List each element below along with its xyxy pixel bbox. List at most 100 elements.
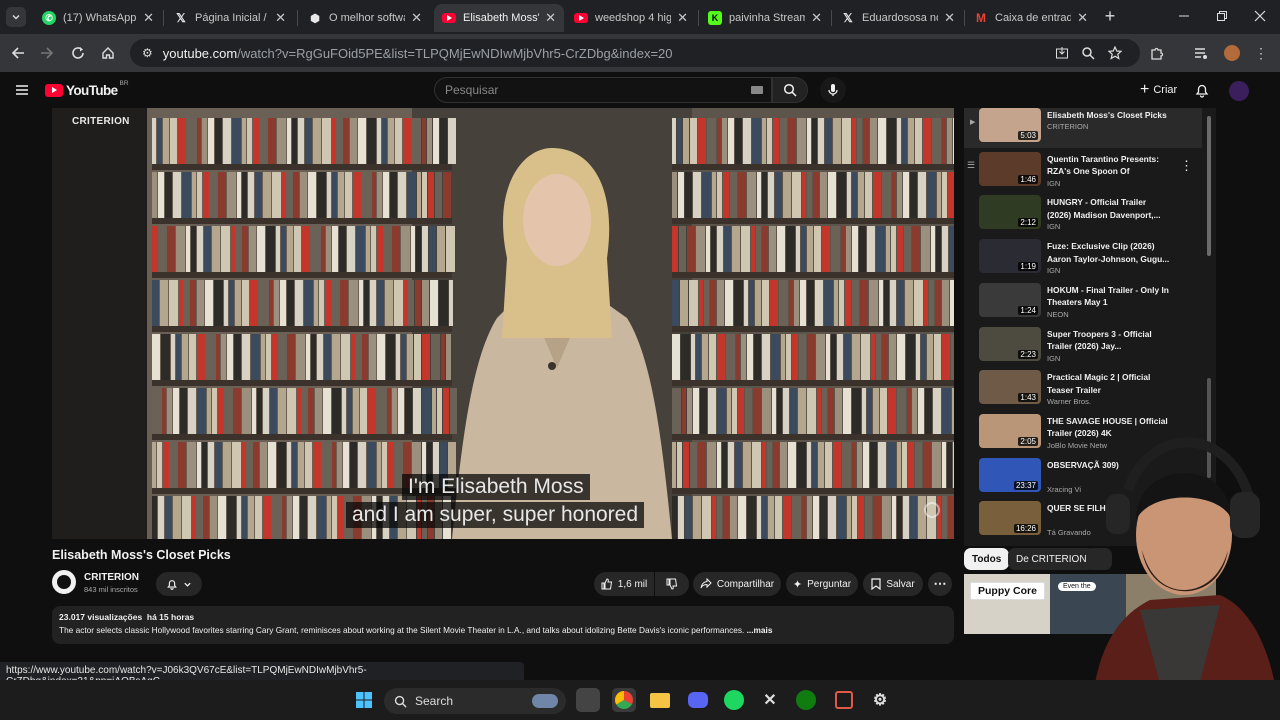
more-actions-button[interactable]: ⋯	[928, 572, 952, 596]
create-button[interactable]: + Criar	[1132, 78, 1185, 102]
xbox-icon[interactable]	[794, 688, 818, 712]
restore-button[interactable]	[1214, 8, 1230, 24]
guide-menu-button[interactable]	[14, 82, 30, 98]
install-app-button[interactable]	[1050, 41, 1074, 65]
account-avatar[interactable]	[1229, 81, 1249, 101]
playlist-item[interactable]: 1:46 Quentin Tarantino Presents: RZA's On…	[970, 151, 1202, 192]
playlist-item[interactable]: 2:12 HUNGRY - Official Trailer (2026) Mad…	[970, 195, 1202, 235]
profile-avatar[interactable]	[1224, 45, 1240, 61]
playlist-item-title: Quentin Tarantino Presents: RZA's One Sp…	[1047, 153, 1159, 177]
hamburger-icon	[16, 85, 28, 95]
playlist-thumbnail[interactable]: 16:26	[979, 501, 1041, 536]
address-bar[interactable]: ⚙ youtube.com/watch?v=RgGuFOid5PE&list=T…	[130, 39, 1140, 67]
playlist-item[interactable]: 5:03 Elisabeth Moss's Closet Picks CRITERI…	[970, 108, 1202, 148]
zoom-button[interactable]	[1076, 41, 1100, 65]
notifications-button[interactable]	[1194, 82, 1210, 98]
close-window-button[interactable]	[1252, 8, 1268, 24]
home-button[interactable]	[96, 41, 120, 65]
reload-icon	[72, 47, 84, 59]
tab-gmail[interactable]: M Caixa de entrad ✕	[966, 4, 1096, 32]
start-button[interactable]	[352, 688, 376, 712]
tab-software[interactable]: ⬢ O melhor softwa ✕	[300, 4, 430, 32]
youtube-logo[interactable]: YouTube BR	[45, 80, 129, 98]
save-button[interactable]: Salvar	[863, 572, 923, 596]
dislike-button[interactable]	[655, 572, 689, 596]
tab-kick-stream[interactable]: K paivinha Stream ✕	[700, 4, 830, 32]
gmail-icon: M	[976, 11, 986, 25]
chrome-taskbar-icon[interactable]	[612, 688, 636, 712]
plus-icon: +	[1140, 81, 1150, 98]
playlist-item[interactable]: 1:43 Practical Magic 2 | Official Teaser …	[970, 370, 1202, 410]
spotify-icon[interactable]	[722, 688, 746, 712]
settings-taskbar-icon[interactable]: ⚙	[868, 688, 892, 712]
youtube-icon	[45, 83, 63, 97]
forward-button[interactable]	[35, 41, 59, 65]
chevron-down-icon	[12, 15, 20, 20]
close-icon[interactable]: ✕	[811, 10, 822, 26]
chrome-menu-button[interactable]: ⋮	[1249, 41, 1273, 65]
playlist-thumbnail[interactable]: 1:24	[979, 282, 1041, 317]
tab-x-home[interactable]: 𝕏 Página Inicial / X ✕	[166, 4, 294, 32]
playlist-item[interactable]: 1:24 HOKUM - Final Trailer - Only In Thea…	[970, 282, 1202, 323]
like-button[interactable]: 1,6 mil	[594, 572, 654, 596]
close-icon[interactable]: ✕	[1077, 10, 1088, 26]
back-button[interactable]	[6, 41, 30, 65]
playlist-thumbnail[interactable]: 23:37	[979, 457, 1041, 492]
taskbar-search[interactable]: Search	[384, 688, 566, 714]
tab-search-button[interactable]	[6, 7, 26, 27]
tab-weedshop[interactable]: weedshop 4 high ✕	[566, 4, 696, 32]
reload-button[interactable]	[66, 41, 90, 65]
tab-whatsapp[interactable]: ✆ (17) WhatsApp ✕	[34, 4, 162, 32]
close-icon[interactable]: ✕	[545, 10, 556, 26]
close-icon[interactable]: ✕	[143, 10, 154, 26]
task-view-button[interactable]	[576, 688, 600, 712]
channel-name[interactable]: CRITERION	[84, 572, 139, 583]
voice-search-button[interactable]	[820, 77, 846, 103]
playlist-thumbnail[interactable]: 1:19	[979, 239, 1041, 274]
discord-icon[interactable]	[686, 688, 710, 712]
extensions-button[interactable]	[1145, 41, 1169, 65]
restore-icon	[1217, 11, 1227, 21]
playlist-thumbnail[interactable]: 2:12	[979, 195, 1041, 230]
playlist-item[interactable]: 2:23 Super Troopers 3 - Official Trailer …	[970, 326, 1202, 367]
minimize-button[interactable]	[1176, 8, 1192, 24]
playlist-thumbnail[interactable]: 2:23	[979, 326, 1041, 361]
snipping-tool-icon[interactable]	[832, 688, 856, 712]
playlist-thumbnail[interactable]: 2:05	[979, 413, 1041, 448]
media-queue-icon	[1195, 48, 1207, 59]
site-info-icon[interactable]: ⚙	[142, 46, 153, 60]
show-more-link[interactable]: ...mais	[747, 625, 773, 635]
channel-avatar[interactable]	[52, 570, 76, 594]
close-icon[interactable]: ✕	[411, 10, 422, 26]
search-button[interactable]	[772, 77, 808, 103]
search-input[interactable]: Pesquisar	[434, 77, 772, 103]
new-tab-button[interactable]: +	[1100, 7, 1120, 27]
playlist-item[interactable]: 1:19 Fuze: Exclusive Clip (2026) Aaron Ta…	[970, 239, 1202, 279]
close-icon[interactable]: ✕	[275, 10, 286, 26]
tools-icon[interactable]: ✕	[758, 688, 782, 712]
playlist-thumbnail[interactable]: 5:03	[979, 108, 1041, 142]
playlist-thumbnail[interactable]: 1:46	[979, 151, 1041, 186]
more-horiz-icon: ⋯	[933, 576, 947, 591]
channel-watermark: CRITERION	[72, 116, 130, 127]
description-box[interactable]: 23.017 visualizações há 15 horas The act…	[52, 606, 954, 644]
file-explorer-icon[interactable]	[648, 688, 672, 712]
close-icon[interactable]: ✕	[944, 10, 955, 26]
playlist-thumbnail[interactable]: 1:43	[979, 370, 1041, 405]
sparkle-icon: ✦	[792, 578, 803, 591]
close-icon[interactable]: ✕	[677, 10, 688, 26]
media-controls-button[interactable]	[1189, 41, 1213, 65]
search-icon	[394, 695, 407, 708]
subscribe-notifications-button[interactable]	[156, 572, 202, 596]
share-button[interactable]: Compartilhar	[693, 572, 781, 596]
video-player[interactable]: CRITERION I'm Elisabeth Moss and I am su…	[52, 108, 954, 539]
ask-button[interactable]: ✦ Perguntar	[786, 572, 858, 596]
tab-strip: ✆ (17) WhatsApp ✕ 𝕏 Página Inicial / X ✕…	[0, 0, 1280, 34]
chip-all[interactable]: Todos	[964, 548, 1010, 570]
playlist-scrollbar[interactable]	[1207, 116, 1211, 256]
bookmark-button[interactable]	[1103, 41, 1127, 65]
tab-x-eduardo[interactable]: 𝕏 Eduardososa no ✕	[833, 4, 963, 32]
youtube-header: YouTube BR Pesquisar + Criar	[0, 72, 1280, 108]
keyboard-icon[interactable]	[751, 86, 763, 94]
tab-elisabeth-moss[interactable]: Elisabeth Moss's ✕	[434, 4, 564, 32]
